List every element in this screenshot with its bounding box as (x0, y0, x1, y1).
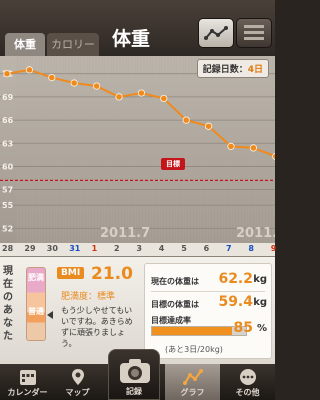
y-tick-label: 69 (2, 93, 14, 102)
tab-calorie[interactable]: カロリー (47, 33, 99, 56)
meter-marker-icon (47, 311, 53, 319)
records-count-badge: 記録日数：4日 (196, 59, 269, 78)
current-you-label: 現在のあなた (3, 266, 13, 342)
weight-data-point (93, 82, 101, 90)
weight-data-point (227, 142, 235, 150)
records-label: 記録日数： (202, 65, 248, 75)
info-panel: 現在のあなた 肥満 普通 BMI 21.0 肥満度：標準 もう少しやせてもいいで… (0, 257, 275, 364)
bmi-value: 21.0 (91, 264, 133, 284)
weight-data-point (25, 66, 33, 74)
day-tick-label: 29 (24, 244, 36, 253)
more-icon (240, 369, 256, 385)
weight-data-point (48, 73, 56, 82)
current-weight-label: 現在の体重は (151, 277, 199, 286)
weight-data-point (137, 89, 145, 97)
day-tick-label: 1 (91, 244, 98, 253)
bmi-tag: BMI (57, 267, 85, 279)
achievement-value: 85 (233, 320, 253, 336)
divider (151, 291, 265, 292)
y-tick-label: 66 (2, 116, 14, 125)
map-pin-icon (72, 369, 84, 385)
weight-stats-card: 現在の体重は 62.2 kg 目標の体重は 59.4 kg 目標達成率 85 %… (144, 263, 272, 359)
y-tick-label: 55 (2, 201, 14, 210)
day-tick-label: 5 (181, 244, 187, 253)
weight-data-point (115, 93, 123, 101)
day-tick-label: 28 (2, 244, 14, 253)
nav-label: その他 (235, 388, 260, 397)
y-tick-label: 63 (2, 139, 13, 148)
tab-weight[interactable]: 体重 (5, 33, 45, 56)
day-tick-label: 30 (46, 244, 58, 253)
current-weight-unit: kg (253, 274, 267, 285)
day-tick-label: 7 (226, 244, 232, 253)
day-tick-label: 4 (158, 244, 165, 253)
calendar-icon (20, 370, 36, 385)
current-weight-value: 62.2 (218, 271, 253, 287)
target-weight-unit: kg (253, 297, 267, 308)
remaining-note: (あと3日/20kg) (165, 345, 223, 354)
nav-more[interactable]: その他 (220, 364, 275, 400)
achievement-progress-fill (152, 327, 232, 335)
target-weight-value: 59.4 (218, 294, 253, 310)
graph-view-button[interactable] (198, 18, 234, 48)
header: 体重 カロリー 体重 (0, 0, 275, 56)
weight-data-point (70, 79, 78, 87)
day-tick-label: 8 (248, 244, 254, 253)
day-tick-label: 31 (69, 244, 81, 253)
meter-label-normal: 普通 (28, 307, 44, 316)
nav-label: グラフ (180, 388, 205, 397)
day-tick-label: 3 (136, 244, 142, 253)
achievement-label: 目標達成率 (151, 316, 191, 325)
target-weight-label: 目標の体重は (151, 300, 199, 309)
nav-record[interactable]: 記録 (108, 349, 160, 400)
page-title: 体重 (112, 28, 151, 50)
advice-comment: もう少しやせてもいいですね。あきらめずに頑張りましょう。 (61, 306, 133, 348)
weight-chart[interactable]: 7269666360575552 記録日数：4日 目標 2011.7 2011. (0, 56, 275, 243)
target-line-label: 目標 (161, 158, 185, 170)
day-tick-label: 9 (270, 244, 277, 253)
bmi-card: BMI 21.0 肥満度：標準 もう少しやせてもいいですね。あきらめずに頑張りま… (57, 264, 137, 355)
month-label: 2011.7 (100, 226, 151, 241)
list-view-button[interactable] (236, 18, 272, 48)
nav-label: 記録 (126, 387, 142, 396)
obesity-meter: 肥満 普通 (26, 267, 46, 341)
weight-data-point (182, 116, 190, 124)
nav-label: カレンダー (7, 388, 48, 397)
nav-map[interactable]: マップ (50, 364, 105, 400)
day-tick-label: 2 (114, 244, 120, 253)
nav-graph[interactable]: グラフ (165, 364, 220, 400)
graph-icon (183, 369, 203, 385)
day-axis: 28 29 30 31 1 2 3 4 5 6 7 8 9 (0, 243, 277, 257)
graph-icon (204, 26, 228, 40)
y-tick-label: 57 (2, 186, 13, 195)
chart-plot: 7269666360575552 (0, 56, 275, 243)
nav-calendar[interactable]: カレンダー (0, 364, 55, 400)
month-label-next: 2011. (236, 226, 275, 241)
day-tick-label: 6 (203, 244, 210, 253)
weight-data-point (160, 94, 168, 103)
obesity-level: 肥満度：標準 (61, 292, 116, 302)
y-tick-label: 52 (2, 224, 13, 233)
weight-data-point (205, 122, 213, 130)
list-icon (244, 25, 264, 40)
meter-label-obese: 肥満 (28, 273, 44, 282)
achievement-unit: % (256, 323, 267, 334)
records-count: 4日 (247, 65, 263, 75)
weight-data-point (3, 70, 11, 78)
nav-label: マップ (65, 388, 90, 397)
camera-icon (120, 359, 150, 383)
weight-data-point (249, 144, 257, 152)
y-tick-label: 60 (2, 162, 14, 171)
